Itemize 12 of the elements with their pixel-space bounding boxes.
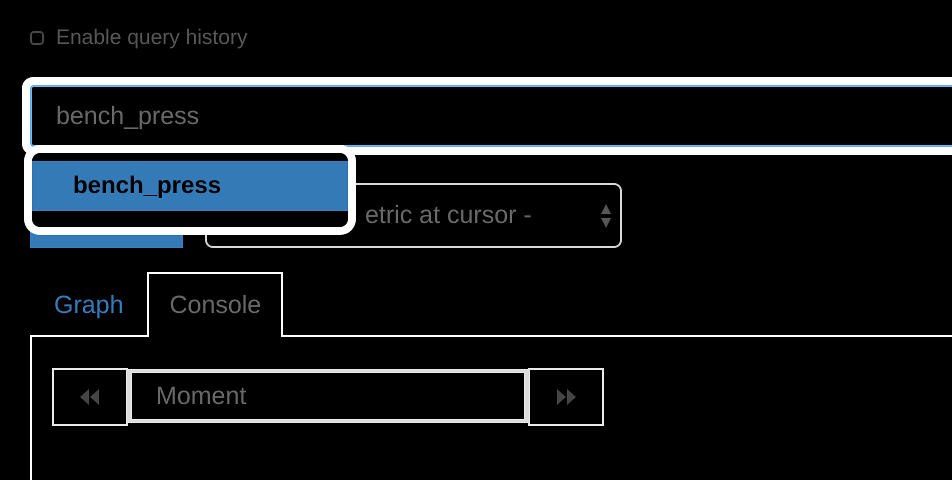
moment-field[interactable]: Moment xyxy=(128,369,528,423)
checkbox-label: Enable query history xyxy=(56,26,248,50)
tab[interactable]: Graph xyxy=(52,272,148,335)
forward-button[interactable] xyxy=(528,368,604,426)
back-button[interactable] xyxy=(52,368,128,426)
tab[interactable]: Console xyxy=(147,272,284,337)
suggestion-item[interactable]: bench_press xyxy=(32,161,348,211)
fast-forward-icon xyxy=(554,388,578,406)
history-checkbox[interactable] xyxy=(30,31,44,45)
query-field[interactable]: bench_press xyxy=(30,85,952,147)
select-arrows-icon xyxy=(600,202,612,228)
rewind-icon xyxy=(78,388,102,406)
